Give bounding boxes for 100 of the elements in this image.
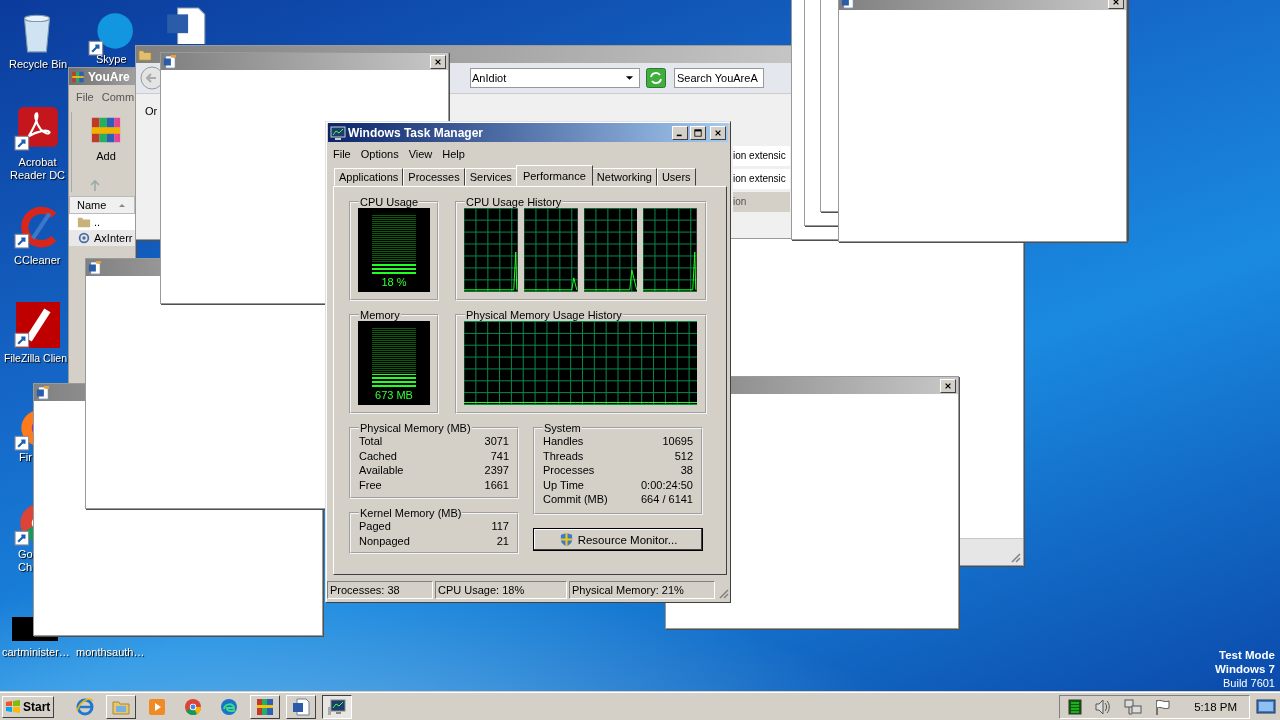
- menu-item[interactable]: Help: [437, 148, 470, 160]
- icon-label[interactable]: Ch: [18, 561, 33, 574]
- meter-reading: 673 MB: [375, 389, 413, 401]
- browser-icon: [219, 696, 239, 717]
- resize-grip-icon[interactable]: [717, 587, 729, 599]
- refresh-icon[interactable]: [646, 68, 666, 88]
- stat-label: Free: [359, 477, 382, 493]
- tab[interactable]: Networking: [591, 168, 657, 186]
- stat-label: Processes: [543, 463, 595, 478]
- stat-label: Paged: [359, 519, 391, 534]
- file-name[interactable]: ..: [94, 216, 101, 228]
- folder-icon: [138, 47, 152, 62]
- icon-label[interactable]: Go: [18, 548, 33, 561]
- shield-icon: [558, 532, 574, 547]
- browser-icon: [183, 696, 203, 717]
- stat-value: 1661: [484, 477, 509, 493]
- sort-caret-icon: [118, 202, 127, 208]
- stat-value: 3071: [484, 434, 509, 449]
- group-label: Memory: [359, 309, 401, 321]
- stat-value: 512: [674, 448, 693, 464]
- icon-label[interactable]: Skype: [96, 53, 127, 66]
- tab[interactable]: Users: [656, 168, 696, 186]
- stat-value: 2397: [484, 463, 509, 478]
- window-title: YouAre: [88, 69, 130, 84]
- system-notice-text: Test Mode: [1219, 648, 1275, 662]
- close-icon: [434, 57, 442, 66]
- column-header[interactable]: Name: [69, 196, 135, 214]
- monitor-icon: [327, 696, 347, 717]
- stat-label: Nonpaged: [359, 533, 410, 549]
- stat-label: Total: [359, 434, 383, 449]
- close-icon: [714, 128, 722, 137]
- app-shortcut-icon[interactable]: [14, 302, 60, 348]
- archive-icon: [71, 69, 85, 84]
- icon-label[interactable]: Acrobat: [18, 156, 57, 169]
- close-button[interactable]: [430, 54, 446, 69]
- close-button[interactable]: [710, 125, 726, 140]
- tab[interactable]: Processes: [403, 168, 465, 186]
- tab[interactable]: Services: [464, 168, 517, 186]
- document-icon: [291, 696, 311, 717]
- stat-value: 664 / 6141: [641, 492, 693, 507]
- monitor-icon: [330, 124, 346, 141]
- meter-icon[interactable]: [1068, 698, 1083, 715]
- menu-item[interactable]: File: [76, 91, 94, 106]
- taskbar-button[interactable]: [322, 694, 352, 719]
- menu-item[interactable]: Comm: [101, 91, 135, 106]
- maximize-button[interactable]: [690, 125, 706, 140]
- menu-item[interactable]: Options: [355, 148, 404, 160]
- icon-label[interactable]: Fir: [19, 451, 32, 464]
- minimize-button[interactable]: [672, 125, 688, 140]
- status-field: Physical Memory: 21%: [569, 581, 715, 599]
- flag-icon[interactable]: [1154, 697, 1173, 716]
- add-button[interactable]: Add: [90, 114, 122, 162]
- media-player-icon: [147, 696, 167, 717]
- icon-label[interactable]: Reader DC: [10, 169, 66, 182]
- file-row[interactable]: ion: [733, 192, 790, 212]
- clock[interactable]: 5:18 PM: [1194, 700, 1237, 713]
- stat-value: 117: [491, 519, 509, 534]
- network-icon[interactable]: [1124, 697, 1143, 716]
- stat-label: Commit (MB): [543, 492, 608, 507]
- start-button[interactable]: Start: [2, 695, 54, 718]
- status-field: Processes: 38: [327, 581, 433, 599]
- tab[interactable]: Applications: [334, 168, 404, 186]
- icon-label[interactable]: CCleaner: [14, 254, 61, 267]
- tab[interactable]: Performance: [515, 165, 593, 186]
- resource-monitor-button[interactable]: Resource Monitor...: [533, 528, 703, 551]
- icon-label[interactable]: FileZilla Clien: [4, 352, 67, 365]
- show-desktop-icon[interactable]: [1256, 697, 1276, 716]
- stat-label: Threads: [543, 448, 584, 464]
- dropdown-caret-icon[interactable]: [625, 75, 634, 81]
- group-label: Physical Memory Usage History: [465, 309, 623, 321]
- group-label: CPU Usage: [359, 196, 420, 208]
- stat-label: Up Time: [543, 477, 584, 493]
- close-icon: [1112, 0, 1120, 6]
- close-button[interactable]: [940, 378, 956, 393]
- system-notice-text: Windows 7: [1215, 662, 1275, 676]
- file-icon: [77, 231, 91, 245]
- app-shortcut-icon[interactable]: [88, 10, 134, 56]
- meter-reading: 18 %: [381, 276, 407, 288]
- menu-item[interactable]: View: [403, 148, 438, 160]
- file-row[interactable]: ion extensic: [733, 169, 790, 189]
- stat-label: Available: [359, 463, 404, 478]
- address-field[interactable]: AnIdiot: [470, 68, 640, 88]
- toolbar-item[interactable]: Or: [145, 105, 158, 117]
- group-label: CPU Usage History: [465, 196, 563, 208]
- resize-grip-icon[interactable]: [1009, 551, 1021, 563]
- stat-value: 38: [680, 463, 693, 478]
- archive-icon: [255, 696, 275, 717]
- stat-value: 0:00:24:50: [641, 477, 693, 493]
- stat-value: 741: [490, 448, 509, 464]
- speaker-icon[interactable]: [1094, 697, 1113, 716]
- stat-label: Cached: [359, 448, 397, 464]
- menu-item[interactable]: File: [328, 148, 356, 160]
- window-title: Windows Task Manager: [348, 125, 485, 140]
- system-notice-text: Build 7601: [1223, 676, 1275, 690]
- icon-label[interactable]: Recycle Bin: [9, 58, 68, 71]
- search-field[interactable]: Search YouAreA: [674, 68, 764, 88]
- file-row[interactable]: ion extensic: [733, 146, 790, 166]
- browser-icon: [75, 696, 95, 717]
- stat-value: 10695: [662, 434, 693, 449]
- app-shortcut-icon[interactable]: [14, 105, 60, 151]
